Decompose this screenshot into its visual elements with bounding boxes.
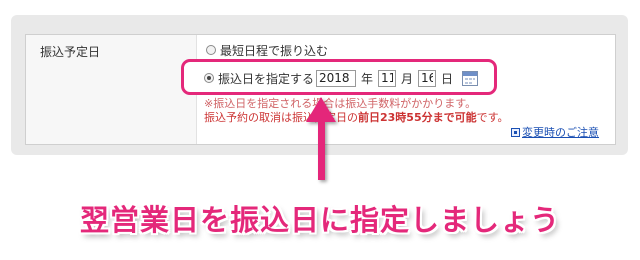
annotation-caption: 翌営業日を振込日に指定しましょう xyxy=(79,203,560,237)
